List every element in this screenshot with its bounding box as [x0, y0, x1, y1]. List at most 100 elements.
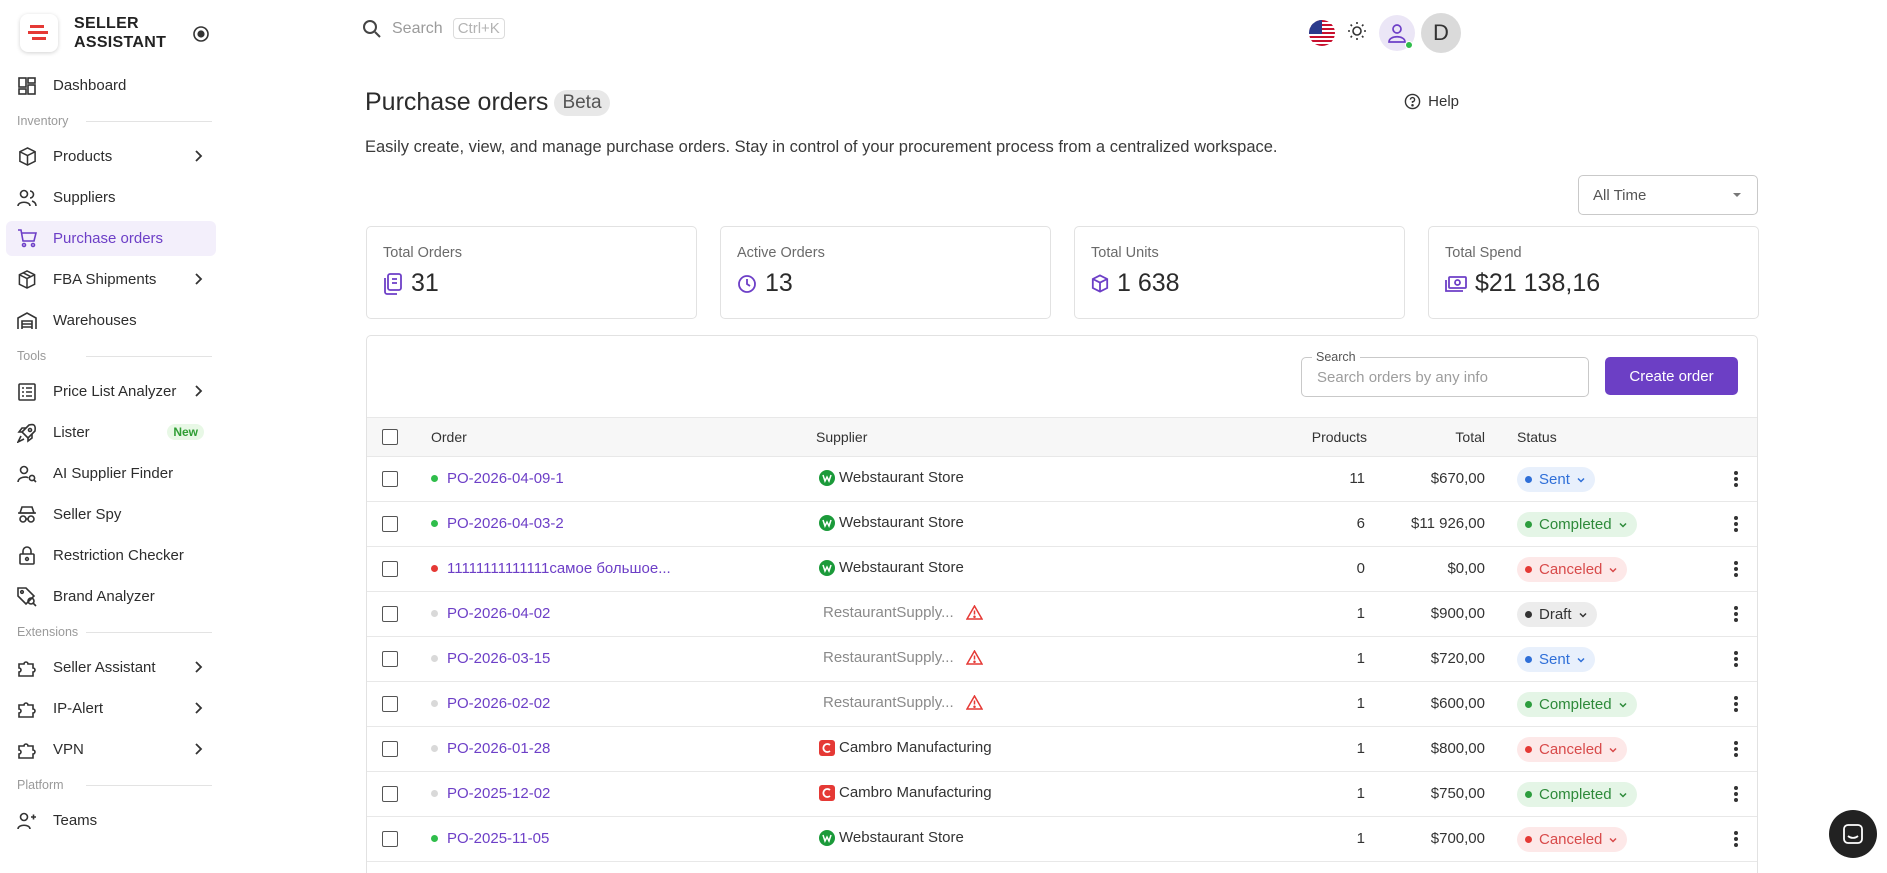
sidebar-item-suppliers[interactable]: Suppliers: [6, 180, 216, 215]
row-checkbox[interactable]: [382, 561, 398, 577]
col-status[interactable]: Status: [1517, 429, 1557, 445]
table-row[interactable]: PO-2026-04-02 RestaurantSupply... 1 $900…: [367, 592, 1757, 637]
sidebar-item-fba-shipments[interactable]: FBA Shipments: [6, 262, 216, 297]
status-badge[interactable]: Canceled: [1517, 737, 1628, 762]
orders-search-input[interactable]: Search Search orders by any info: [1301, 350, 1589, 397]
order-dot: [431, 655, 438, 662]
row-menu-icon[interactable]: [1733, 830, 1739, 852]
row-checkbox[interactable]: [382, 651, 398, 667]
order-link[interactable]: PO-2026-04-03-2: [431, 515, 564, 532]
row-checkbox[interactable]: [382, 471, 398, 487]
cambro-logo-icon: [819, 784, 835, 801]
col-products[interactable]: Products: [1312, 429, 1367, 445]
sidebar-item-seller-assistant[interactable]: Seller Assistant: [6, 650, 216, 685]
status-badge[interactable]: Canceled: [1517, 827, 1628, 852]
order-link[interactable]: PO-2026-04-09-1: [431, 470, 564, 487]
new-badge: New: [167, 424, 204, 440]
spy-icon: [16, 504, 38, 526]
table-row[interactable]: PO-2026-03-15 RestaurantSupply... 1 $720…: [367, 637, 1757, 682]
select-all-checkbox[interactable]: [382, 429, 398, 445]
row-menu-icon[interactable]: [1733, 695, 1739, 717]
status-badge[interactable]: Sent: [1517, 647, 1595, 672]
row-checkbox[interactable]: [382, 741, 398, 757]
chevron-down-icon: [1619, 522, 1627, 528]
row-menu-icon[interactable]: [1733, 515, 1739, 537]
status-badge[interactable]: Completed: [1517, 512, 1637, 537]
status-badge[interactable]: Draft: [1517, 602, 1597, 627]
sidebar-item-seller-spy[interactable]: Seller Spy: [6, 497, 216, 532]
row-menu-icon[interactable]: [1733, 650, 1739, 672]
sidebar-item-products[interactable]: Products: [6, 139, 216, 174]
stat-total-spend: Total Spend $21 138,16: [1428, 226, 1759, 319]
sidebar-pin-icon[interactable]: [192, 25, 210, 47]
avatar[interactable]: D: [1421, 13, 1461, 53]
us-flag-icon[interactable]: [1309, 20, 1335, 46]
status-badge[interactable]: Sent: [1517, 467, 1595, 492]
table-row[interactable]: PO-2025-11-05 Webstaurant Store 1 $700,0…: [367, 817, 1757, 862]
team-icon: [16, 810, 38, 832]
order-link[interactable]: 11111111111111самое большое...: [431, 560, 671, 577]
sidebar-item-ai-supplier-finder[interactable]: AI Supplier Finder: [6, 456, 216, 491]
sidebar-item-warehouses[interactable]: Warehouses: [6, 303, 216, 338]
col-total[interactable]: Total: [1455, 429, 1485, 445]
warning-icon: [965, 695, 983, 710]
stat-active-orders: Active Orders 13: [720, 226, 1051, 319]
row-menu-icon[interactable]: [1733, 560, 1739, 582]
row-checkbox[interactable]: [382, 696, 398, 712]
list-icon: [16, 381, 38, 403]
order-link[interactable]: PO-2025-11-05: [431, 830, 549, 847]
row-menu-icon[interactable]: [1733, 740, 1739, 762]
sidebar-item-ip-alert[interactable]: IP-Alert: [6, 691, 216, 726]
sidebar-item-restriction-checker[interactable]: Restriction Checker: [6, 538, 216, 573]
table-row[interactable]: PO-2026-02-02 RestaurantSupply... 1 $600…: [367, 682, 1757, 727]
order-link[interactable]: PO-2026-02-02: [431, 695, 550, 712]
sidebar-item-price-list-analyzer[interactable]: Price List Analyzer: [6, 374, 216, 409]
row-menu-icon[interactable]: [1733, 605, 1739, 627]
order-link[interactable]: PO-2026-03-15: [431, 650, 550, 667]
help-button[interactable]: Help: [1404, 93, 1459, 110]
sidebar-item-dashboard[interactable]: Dashboard: [6, 68, 216, 103]
table-row[interactable]: PO-2026-04-09-1 Webstaurant Store 11 $67…: [367, 457, 1757, 502]
row-checkbox[interactable]: [382, 831, 398, 847]
table-row[interactable]: 11111111111111самое большое... Webstaura…: [367, 547, 1757, 592]
row-checkbox[interactable]: [382, 516, 398, 532]
status-badge[interactable]: Canceled: [1517, 557, 1628, 582]
orders-search-placeholder: Search orders by any info: [1317, 369, 1488, 386]
status-badge[interactable]: Completed: [1517, 692, 1637, 717]
brand[interactable]: SELLER ASSISTANT: [20, 14, 166, 52]
create-order-button[interactable]: Create order: [1605, 357, 1738, 395]
search-icon: [362, 19, 382, 39]
col-supplier[interactable]: Supplier: [816, 429, 867, 445]
chevron-down-icon: [1619, 792, 1627, 798]
search-shortcut: Ctrl+K: [452, 18, 505, 39]
order-dot: [431, 565, 438, 572]
sidebar-item-lister[interactable]: Lister New: [6, 415, 216, 450]
row-checkbox[interactable]: [382, 786, 398, 802]
table-row[interactable]: PO-2026-01-28 Cambro Manufacturing 1 $80…: [367, 727, 1757, 772]
brand-logo-icon: [20, 14, 58, 52]
period-select[interactable]: All Time: [1578, 175, 1758, 215]
table-row[interactable]: PO-2025-12-02 Cambro Manufacturing 1 $75…: [367, 772, 1757, 817]
sidebar-item-vpn[interactable]: VPN: [6, 732, 216, 767]
page-title-text: Purchase orders: [365, 88, 549, 116]
status-badge[interactable]: Completed: [1517, 782, 1637, 807]
chat-launcher-button[interactable]: [1829, 810, 1877, 858]
table-row[interactable]: PO-2026-04-03-2 Webstaurant Store 6 $11 …: [367, 502, 1757, 547]
col-order[interactable]: Order: [431, 429, 467, 445]
sidebar-item-brand-analyzer[interactable]: Brand Analyzer: [6, 579, 216, 614]
sidebar-item-purchase-orders[interactable]: Purchase orders: [6, 221, 216, 256]
page-title: Purchase orders Beta: [365, 88, 610, 117]
row-checkbox[interactable]: [382, 606, 398, 622]
order-link[interactable]: PO-2026-04-02: [431, 605, 550, 622]
row-menu-icon[interactable]: [1733, 470, 1739, 492]
dashboard-icon: [16, 75, 38, 97]
order-link[interactable]: PO-2026-01-28: [431, 740, 550, 757]
row-menu-icon[interactable]: [1733, 785, 1739, 807]
user-status-button[interactable]: [1379, 15, 1415, 51]
chevron-down-icon: [1609, 837, 1617, 843]
order-link[interactable]: PO-2025-12-02: [431, 785, 550, 802]
order-total: $11 926,00: [1411, 515, 1485, 532]
theme-toggle-icon[interactable]: [1347, 21, 1367, 45]
sidebar-item-teams[interactable]: Teams: [6, 803, 216, 838]
global-search[interactable]: Search Ctrl+K: [362, 18, 505, 39]
